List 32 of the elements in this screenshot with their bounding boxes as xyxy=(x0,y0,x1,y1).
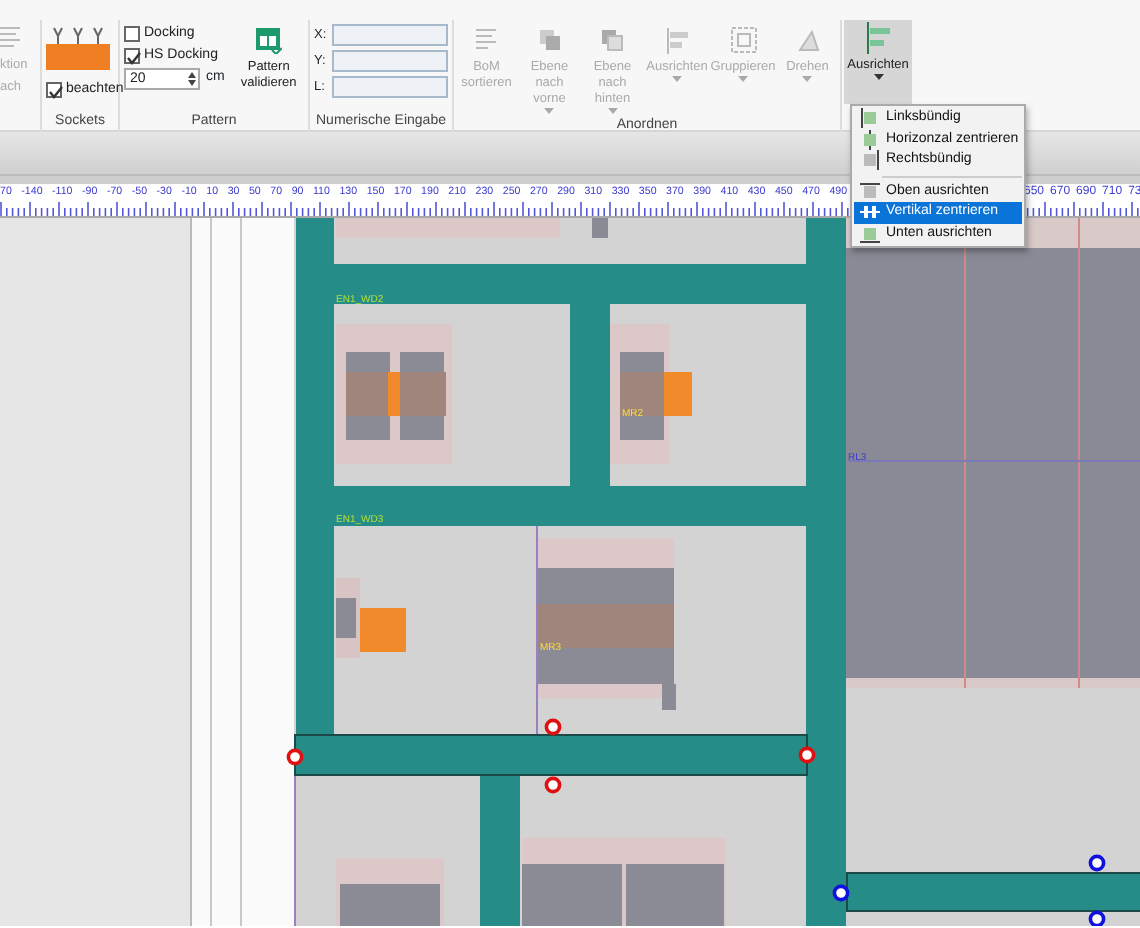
checkbox[interactable] xyxy=(124,47,140,63)
spin-arrows-icon xyxy=(186,70,198,88)
toolbar-icon xyxy=(535,26,564,56)
input-field[interactable] xyxy=(332,50,448,72)
input-field[interactable] xyxy=(332,24,448,46)
toolbar-icon xyxy=(663,26,691,56)
toolbar-icon xyxy=(598,26,627,56)
handle-icon[interactable] xyxy=(797,745,815,763)
align-icon xyxy=(860,129,880,150)
handle-icon[interactable] xyxy=(543,717,561,735)
pattern-icon xyxy=(254,26,283,54)
align-icon xyxy=(860,202,880,223)
handle-icon[interactable] xyxy=(831,883,849,901)
input-field[interactable] xyxy=(332,76,448,98)
checkbox[interactable] xyxy=(124,25,140,41)
handle-icon[interactable] xyxy=(1087,853,1105,871)
align-icon xyxy=(860,108,880,129)
check-icon xyxy=(126,49,142,65)
handle-icon[interactable] xyxy=(543,775,561,793)
toolbar-icon xyxy=(729,26,757,56)
socket-icon[interactable] xyxy=(46,24,110,72)
list-icon xyxy=(0,24,24,52)
furniture-block xyxy=(592,218,608,238)
handle-icon[interactable] xyxy=(1087,909,1105,926)
check-icon xyxy=(48,83,64,99)
checkbox[interactable] xyxy=(46,81,62,97)
align-icon xyxy=(864,22,892,54)
align-icon xyxy=(860,223,880,244)
toolbar-icon xyxy=(793,26,822,56)
align-icon xyxy=(860,150,880,171)
align-icon xyxy=(860,181,880,202)
handle-icon[interactable] xyxy=(285,747,303,765)
